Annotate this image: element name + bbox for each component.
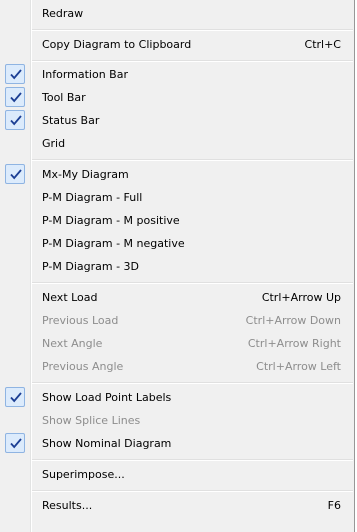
menu-item-label: P-M Diagram - 3D — [42, 259, 140, 273]
menu-item-shortcut: Ctrl+Arrow Down — [245, 313, 341, 327]
menu-item-status-bar[interactable]: Status Bar — [0, 109, 354, 132]
menu-item-pm-diagram-m-negative[interactable]: P-M Diagram - M negative — [0, 232, 354, 255]
checkmark-icon — [5, 64, 25, 84]
menu-item-superimpose[interactable]: Superimpose... — [0, 463, 354, 486]
menu-item-previous-angle[interactable]: Previous Angle Ctrl+Arrow Left — [0, 355, 354, 378]
menu-item-shortcut: F6 — [327, 498, 341, 512]
menu-item-pm-diagram-full[interactable]: P-M Diagram - Full — [0, 186, 354, 209]
checkmark-icon — [5, 164, 25, 184]
menu-item-label: Information Bar — [42, 67, 128, 81]
menu-item-label: Next Angle — [42, 336, 103, 350]
menu-separator — [32, 382, 353, 384]
menu-item-show-splice-lines[interactable]: Show Splice Lines — [0, 409, 354, 432]
checkmark-icon — [5, 110, 25, 130]
menu-item-label: Next Load — [42, 290, 98, 304]
menu-separator — [32, 60, 353, 62]
menu-item-label: P-M Diagram - Full — [42, 190, 143, 204]
menu-item-label: Copy Diagram to Clipboard — [42, 37, 192, 51]
menu-item-label: P-M Diagram - M positive — [42, 213, 180, 227]
menu-item-shortcut: Ctrl+Arrow Left — [256, 359, 341, 373]
menu-item-grid[interactable]: Grid — [0, 132, 354, 155]
menu-separator — [32, 459, 353, 461]
menu-item-pm-diagram-m-positive[interactable]: P-M Diagram - M positive — [0, 209, 354, 232]
context-menu: Redraw Copy Diagram to Clipboard Ctrl+C … — [0, 0, 355, 532]
menu-item-mx-my-diagram[interactable]: Mx-My Diagram — [0, 163, 354, 186]
menu-item-redraw[interactable]: Redraw — [0, 2, 354, 25]
checkmark-icon — [5, 87, 25, 107]
menu-item-results[interactable]: Results... F6 — [0, 494, 354, 517]
checkmark-icon — [5, 387, 25, 407]
menu-item-label: Show Nominal Diagram — [42, 436, 172, 450]
menu-item-next-load[interactable]: Next Load Ctrl+Arrow Up — [0, 286, 354, 309]
menu-item-label: P-M Diagram - M negative — [42, 236, 185, 250]
menu-item-label: Tool Bar — [42, 90, 86, 104]
menu-item-label: Previous Angle — [42, 359, 124, 373]
checkmark-icon — [5, 433, 25, 453]
menu-item-label: Previous Load — [42, 313, 119, 327]
menu-item-label: Show Splice Lines — [42, 413, 141, 427]
menu-separator — [32, 159, 353, 161]
menu-separator — [32, 282, 353, 284]
menu-item-shortcut: Ctrl+Arrow Right — [247, 336, 341, 350]
menu-item-label: Status Bar — [42, 113, 100, 127]
menu-item-show-load-point-labels[interactable]: Show Load Point Labels — [0, 386, 354, 409]
menu-item-show-nominal-diagram[interactable]: Show Nominal Diagram — [0, 432, 354, 455]
menu-item-label: Redraw — [42, 6, 84, 20]
menu-separator — [32, 29, 353, 31]
menu-item-label: Superimpose... — [42, 467, 125, 481]
menu-item-label: Grid — [42, 136, 66, 150]
menu-item-previous-load[interactable]: Previous Load Ctrl+Arrow Down — [0, 309, 354, 332]
menu-item-label: Mx-My Diagram — [42, 167, 129, 181]
menu-item-shortcut: Ctrl+C — [304, 37, 341, 51]
menu-separator — [32, 490, 353, 492]
menu-item-label: Results... — [42, 498, 93, 512]
menu-item-information-bar[interactable]: Information Bar — [0, 63, 354, 86]
menu-item-pm-diagram-3d[interactable]: P-M Diagram - 3D — [0, 255, 354, 278]
menu-item-shortcut: Ctrl+Arrow Up — [261, 290, 341, 304]
menu-item-label: Show Load Point Labels — [42, 390, 172, 404]
menu-item-tool-bar[interactable]: Tool Bar — [0, 86, 354, 109]
menu-item-copy-diagram[interactable]: Copy Diagram to Clipboard Ctrl+C — [0, 33, 354, 56]
menu-item-next-angle[interactable]: Next Angle Ctrl+Arrow Right — [0, 332, 354, 355]
